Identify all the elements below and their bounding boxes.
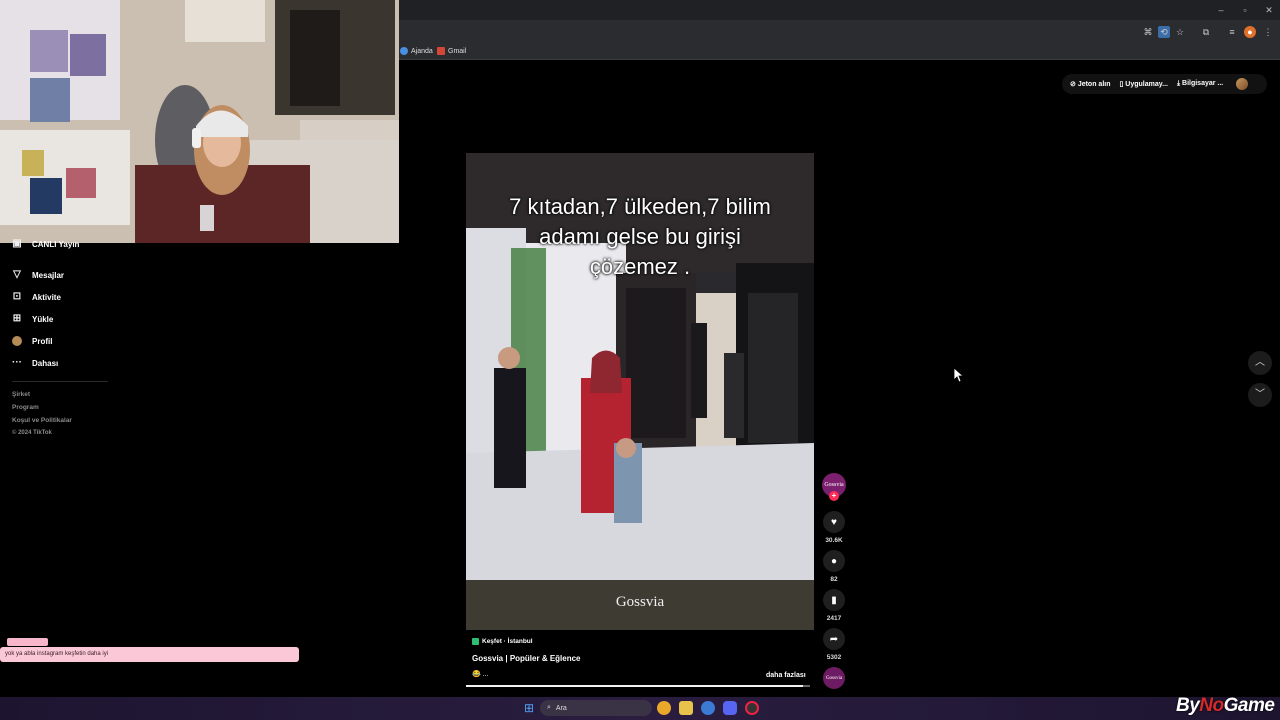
like-button[interactable]: ♥ (823, 511, 845, 533)
sidebar-item-activity[interactable]: ⊡ Aktivite (12, 290, 61, 304)
chrome-icon[interactable] (657, 701, 671, 715)
calendar-icon (400, 47, 408, 55)
close-window-icon[interactable]: ✕ (1262, 4, 1276, 16)
explore-tag[interactable]: Keşfet · İstanbul (472, 636, 533, 646)
comment-count: 82 (830, 576, 838, 583)
video-description: 😂 ... (472, 671, 489, 678)
footer-link-terms[interactable]: Koşul ve Politikalar (12, 417, 72, 424)
webcam-image (0, 0, 399, 243)
translate-icon[interactable]: ⌘ (1142, 26, 1154, 38)
menu-icon[interactable]: ⋮ (1262, 26, 1274, 38)
mouse-cursor-icon (954, 368, 964, 383)
heart-icon: ♥ (831, 516, 837, 528)
get-coins-button[interactable]: ⊘ Jeton alın (1070, 80, 1111, 88)
star-icon[interactable]: ☆ (1174, 26, 1186, 38)
chat-message: yok ya abla instagram keşfetin daha iyi (0, 647, 299, 662)
like-count: 30.6K (825, 537, 843, 544)
media-icon[interactable]: ≡ (1226, 26, 1238, 38)
bookmark-ajanda[interactable]: Ajanda (400, 45, 433, 57)
webcam-overlay (0, 0, 399, 243)
steam-icon[interactable] (701, 701, 715, 715)
avatar-icon (12, 336, 22, 346)
save-count: 2417 (826, 615, 842, 622)
share-count: 5302 (826, 654, 842, 661)
sidebar-item-profile[interactable]: Profil (12, 334, 52, 348)
comment-icon: ● (830, 555, 838, 567)
sidebar-item-messages[interactable]: ▽ Mesajlar (12, 268, 64, 282)
see-more-link[interactable]: daha fazlası (766, 672, 806, 679)
gmail-icon (437, 47, 445, 55)
discord-icon[interactable] (723, 701, 737, 715)
sidebar-item-live[interactable]: ▣ CANLI Yayın (12, 239, 79, 249)
profile-icon[interactable]: ● (1244, 26, 1256, 38)
extension-icon[interactable]: ⟲ (1158, 26, 1170, 38)
paper-plane-icon: ▽ (13, 269, 21, 280)
obs-icon[interactable] (745, 701, 759, 715)
sidebar-divider (12, 381, 108, 382)
location-icon (472, 637, 479, 645)
more-icon: ··· (12, 357, 22, 368)
bookmark-gmail[interactable]: Gmail (437, 45, 466, 57)
channel-brand-logo: ByNoGame (1176, 695, 1275, 716)
chat-box-icon: ⊡ (12, 291, 22, 302)
user-avatar[interactable] (1236, 78, 1249, 90)
taskbar-search[interactable]: ⌕ Ara (540, 700, 652, 716)
chat-username-tag (7, 638, 48, 646)
video-watermark: Gossvia (615, 594, 665, 610)
footer-link-company[interactable]: Şirket (12, 391, 30, 398)
video-title[interactable]: Gossvia | Popüler & Eğlence (472, 654, 581, 663)
video-progress-fill (466, 685, 804, 687)
video-progress-bar[interactable] (466, 685, 810, 687)
sidebar-item-upload[interactable]: ⊞ Yükle (12, 312, 54, 326)
header-actions: ⊘ Jeton alın ▯ Uygulamay... ⤓ Bilgisayar… (1062, 74, 1267, 94)
comment-button[interactable]: ● (823, 550, 845, 572)
video-caption: 7 kıtadan,7 ülkeden,7 bilim adamı gelse … (509, 194, 771, 279)
windows-start-icon[interactable]: ⊞ (522, 701, 536, 715)
previous-video-button[interactable]: ︿ (1248, 351, 1272, 375)
search-icon: ⌕ (547, 704, 551, 711)
live-icon: ▣ (12, 239, 22, 249)
share-button[interactable]: ➦ (823, 628, 845, 650)
plus-square-icon: ⊞ (12, 313, 22, 324)
get-app-button[interactable]: ▯ Uygulamay... (1120, 80, 1168, 88)
follow-button[interactable]: + (829, 491, 839, 501)
chevron-up-icon: ︿ (1255, 357, 1265, 368)
share-icon: ➦ (829, 633, 839, 645)
music-disc[interactable]: Gossvia (823, 667, 845, 689)
save-button[interactable]: ▮ (823, 589, 845, 611)
sidebar-item-more[interactable]: ··· Dahası (12, 356, 58, 370)
maximize-icon[interactable]: ▫ (1238, 4, 1252, 16)
footer-link-program[interactable]: Program (12, 404, 39, 411)
bookmark-icon: ▮ (831, 594, 837, 606)
footer-copyright: © 2024 TikTok (12, 430, 52, 436)
file-explorer-icon[interactable] (679, 701, 693, 715)
pc-app-button[interactable]: ⤓ Bilgisayar ... (1177, 80, 1223, 88)
minimize-icon[interactable]: – (1214, 4, 1228, 16)
chevron-down-icon: ﹀ (1255, 389, 1265, 400)
puzzle-icon[interactable]: ⧉ (1200, 26, 1212, 38)
next-video-button[interactable]: ﹀ (1248, 383, 1272, 407)
